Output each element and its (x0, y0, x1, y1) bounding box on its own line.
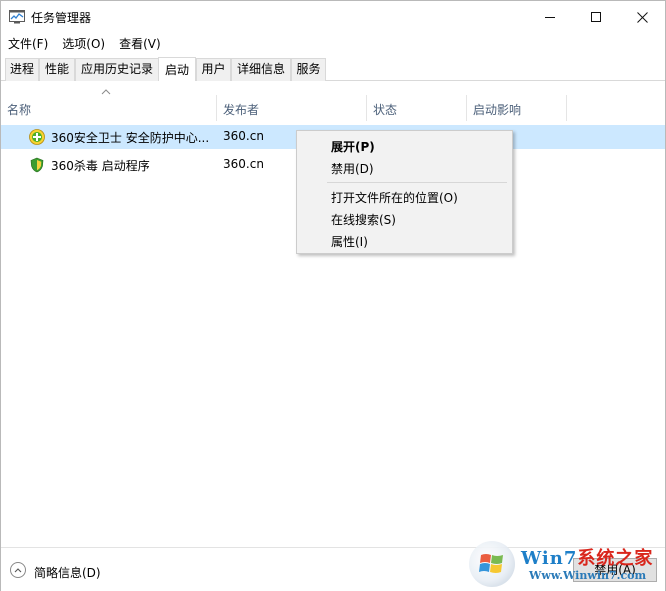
close-button[interactable] (619, 1, 665, 33)
context-menu: 展开(P) 禁用(D) 打开文件所在的位置(O) 在线搜索(S) 属性(I) (296, 130, 513, 254)
tab-processes[interactable]: 进程 (5, 58, 39, 81)
watermark: Win7系统之家 Www.Winwin7.com (469, 541, 665, 591)
context-menu-properties[interactable]: 属性(I) (331, 233, 368, 250)
menu-view[interactable]: 查看(V) (112, 34, 168, 54)
fewer-details-link[interactable]: 简略信息(D) (34, 564, 101, 581)
column-header-publisher[interactable]: 发布者 (217, 95, 367, 121)
maximize-button[interactable] (573, 1, 619, 33)
context-menu-expand[interactable]: 展开(P) (331, 138, 375, 155)
column-header-status[interactable]: 状态 (367, 95, 467, 121)
window-title: 任务管理器 (31, 11, 92, 25)
tab-app-history[interactable]: 应用历史记录 (75, 58, 159, 81)
tab-services[interactable]: 服务 (291, 58, 326, 81)
startup-item-publisher: 360.cn (223, 129, 264, 143)
context-menu-search-online[interactable]: 在线搜索(S) (331, 211, 396, 228)
close-icon (636, 11, 648, 23)
column-headers: 名称 发布者 状态 启动影响 (1, 95, 665, 121)
maximize-icon (591, 12, 601, 22)
windows-logo-icon (469, 541, 515, 587)
title-bar[interactable]: 任务管理器 (1, 1, 665, 33)
column-header-startup-impact[interactable]: 启动影响 (467, 95, 567, 121)
task-manager-app-icon (9, 10, 25, 24)
menu-options[interactable]: 选项(O) (55, 34, 112, 54)
chevron-up-icon[interactable] (10, 562, 26, 578)
tab-details[interactable]: 详细信息 (231, 58, 291, 81)
menu-file[interactable]: 文件(F) (1, 34, 55, 54)
context-menu-disable[interactable]: 禁用(D) (331, 160, 374, 177)
context-menu-separator (327, 182, 507, 183)
column-header-name[interactable]: 名称 (1, 95, 217, 121)
tab-users[interactable]: 用户 (196, 58, 231, 81)
context-menu-open-file-location[interactable]: 打开文件所在的位置(O) (331, 189, 458, 206)
watermark-title: Win7系统之家 (521, 548, 654, 569)
watermark-url: Www.Winwin7.com (529, 569, 647, 582)
360-safe-guard-icon (29, 129, 45, 145)
startup-item-name: 360杀毒 启动程序 (51, 159, 150, 173)
tab-startup[interactable]: 启动 (158, 57, 196, 81)
tab-performance[interactable]: 性能 (39, 58, 75, 81)
360-antivirus-shield-icon (30, 157, 44, 173)
minimize-icon (545, 16, 555, 18)
startup-item-name: 360安全卫士 安全防护中心... (51, 131, 210, 145)
task-manager-window: 任务管理器 文件(F) 选项(O) 查看(V) 进程 性能 应用历史记录 启动 … (0, 0, 666, 591)
startup-item-publisher: 360.cn (223, 157, 264, 171)
menu-bar: 文件(F) 选项(O) 查看(V) (1, 34, 665, 54)
tab-bar: 进程 性能 应用历史记录 启动 用户 详细信息 服务 (1, 57, 665, 81)
minimize-button[interactable] (527, 1, 573, 33)
